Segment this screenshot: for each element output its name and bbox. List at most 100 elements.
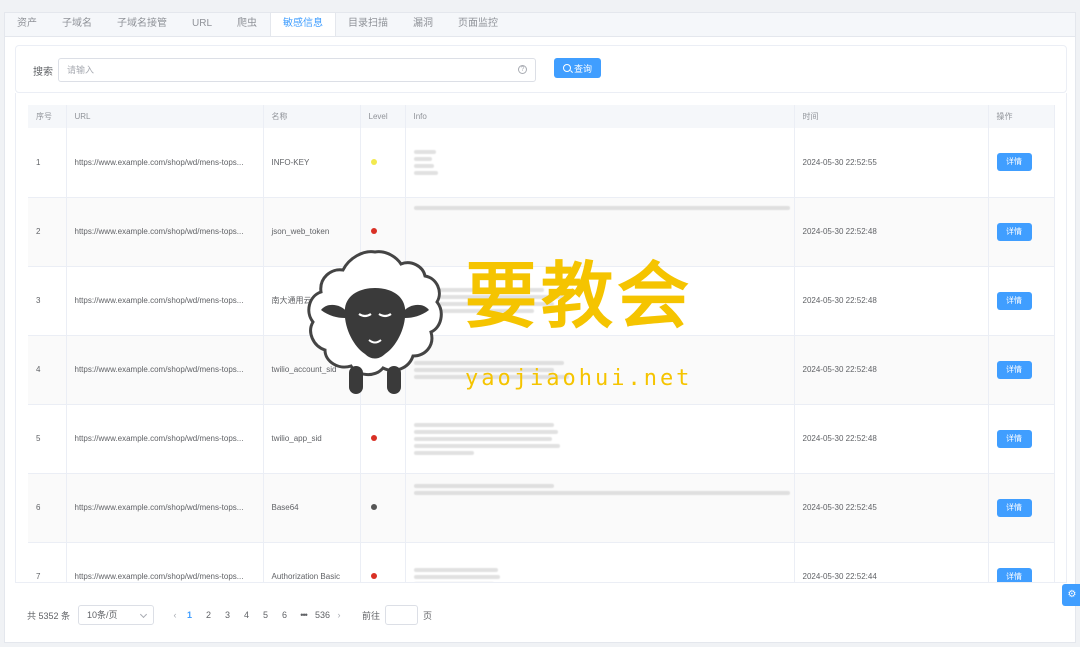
tab-subdomain-takeover[interactable]: 子域名接管	[105, 13, 180, 36]
cell-action: 详情	[988, 197, 1055, 267]
sensitive-info-table: 序号 URL 名称 Level Info 时间 操作 1 https://www…	[28, 105, 1055, 582]
level-dot	[370, 158, 377, 165]
search-input[interactable]: ?	[58, 58, 536, 82]
cell-url: https://www.example.com/shop/wd/mens-top…	[66, 473, 264, 543]
col-header-info: Info	[405, 105, 795, 128]
page-size-value: 10条/页	[87, 610, 118, 620]
info-redacted	[413, 422, 794, 455]
detail-button[interactable]: 详情	[996, 498, 1032, 517]
cell-url: https://www.example.com/shop/wd/mens-top…	[66, 197, 264, 267]
level-dot	[370, 435, 377, 441]
tab-assets[interactable]: 资产	[5, 13, 50, 36]
table-row: 6 https://www.example.com/shop/wd/mens-t…	[28, 473, 1055, 543]
query-button[interactable]: 查询	[554, 58, 601, 78]
search-icon	[562, 64, 571, 72]
cell-name: Base64	[263, 473, 361, 543]
pagination: 共 5352 条 10条/页 ‹ 1 2 3 4 5 6 ••• 536 › 前…	[15, 593, 1067, 637]
col-header-no: 序号	[28, 105, 67, 128]
page-number[interactable]: 4	[237, 610, 256, 620]
cell-name: twilio_app_sid	[263, 404, 361, 474]
cell-name: 南大通用云	[263, 266, 361, 336]
level-dot	[370, 573, 377, 579]
tab-sensitive-info[interactable]: 敏感信息	[270, 13, 337, 36]
cell-url: https://www.example.com/shop/wd/mens-top…	[66, 266, 264, 336]
table-header: 序号 URL 名称 Level Info 时间 操作	[28, 105, 1055, 128]
tab-vulnerabilities[interactable]: 漏洞	[401, 13, 446, 36]
tab-url[interactable]: URL	[180, 13, 225, 36]
cell-name: Authorization Basic	[263, 542, 361, 582]
search-field[interactable]	[67, 59, 507, 81]
goto-page-input[interactable]	[385, 605, 419, 625]
info-redacted	[413, 205, 794, 210]
info-redacted	[413, 288, 794, 313]
detail-button[interactable]: 详情	[996, 567, 1032, 582]
col-header-url: URL	[66, 105, 264, 128]
search-card: 搜索 ? 查询	[15, 45, 1067, 93]
goto-page-field[interactable]	[386, 606, 418, 624]
cell-time: 2024-05-30 22:52:48	[794, 335, 989, 405]
cell-action: 详情	[988, 542, 1055, 582]
cell-level	[360, 335, 406, 405]
chevron-down-icon	[139, 610, 148, 619]
level-dot	[370, 228, 377, 234]
cell-action: 详情	[988, 128, 1055, 198]
cell-action: 详情	[988, 266, 1055, 336]
cell-no: 5	[28, 404, 67, 474]
detail-button[interactable]: 详情	[996, 291, 1032, 310]
main-panel: 搜索 ? 查询 序号 URL 名称 Level	[4, 36, 1076, 643]
search-label: 搜索	[33, 67, 53, 78]
more-pages-icon[interactable]: •••	[294, 610, 313, 620]
help-icon[interactable]: ?	[518, 65, 527, 74]
page-size-select[interactable]: 10条/页	[78, 605, 155, 625]
prev-page-icon[interactable]: ‹	[170, 610, 180, 620]
cell-no: 2	[28, 197, 67, 267]
settings-gear-icon[interactable]: ⚙	[1062, 584, 1080, 606]
col-header-time: 时间	[794, 105, 989, 128]
cell-no: 6	[28, 473, 67, 543]
page-number[interactable]: 6	[275, 610, 294, 620]
cell-info	[405, 266, 795, 336]
cell-level	[360, 473, 406, 543]
app-frame: 资产 子域名 子域名接管 URL 爬虫 敏感信息 目录扫描 漏洞 页面监控 搜索…	[0, 0, 1080, 647]
cell-action: 详情	[988, 335, 1055, 405]
table-row: 4 https://www.example.com/shop/wd/mens-t…	[28, 335, 1055, 405]
cell-info	[405, 473, 795, 543]
level-dot	[370, 297, 377, 303]
col-header-action: 操作	[988, 105, 1055, 128]
table-row: 3 https://www.example.com/shop/wd/mens-t…	[28, 266, 1055, 336]
cell-info	[405, 197, 795, 267]
next-page-icon[interactable]: ›	[332, 610, 346, 620]
page-number[interactable]: 3	[218, 610, 237, 620]
cell-time: 2024-05-30 22:52:48	[794, 197, 989, 267]
goto-label: 前往	[362, 610, 381, 621]
detail-button[interactable]: 详情	[996, 360, 1032, 379]
cell-url: https://www.example.com/shop/wd/mens-top…	[66, 335, 264, 405]
info-redacted	[413, 567, 794, 582]
level-dot	[370, 366, 377, 372]
cell-url: https://www.example.com/shop/wd/mens-top…	[66, 404, 264, 474]
tab-crawler[interactable]: 爬虫	[225, 13, 270, 36]
cell-time: 2024-05-30 22:52:44	[794, 542, 989, 582]
cell-no: 1	[28, 128, 67, 198]
table-row: 7 https://www.example.com/shop/wd/mens-t…	[28, 542, 1055, 582]
detail-button[interactable]: 详情	[996, 153, 1032, 172]
cell-level	[360, 542, 406, 582]
page-number[interactable]: 5	[256, 610, 275, 620]
level-dot	[370, 504, 377, 510]
goto-suffix: 页	[423, 610, 433, 621]
page-number[interactable]: 1	[180, 610, 199, 620]
detail-button[interactable]: 详情	[996, 222, 1032, 241]
detail-button[interactable]: 详情	[996, 429, 1032, 448]
page-number-last[interactable]: 536	[313, 610, 332, 620]
cell-no: 4	[28, 335, 67, 405]
cell-name: twilio_account_sid	[263, 335, 361, 405]
cell-time: 2024-05-30 22:52:55	[794, 128, 989, 198]
page-number[interactable]: 2	[199, 610, 218, 620]
tab-dir-scan[interactable]: 目录扫描	[336, 13, 401, 36]
cell-no: 7	[28, 542, 67, 582]
col-header-name: 名称	[263, 105, 361, 128]
tab-subdomains[interactable]: 子域名	[50, 13, 105, 36]
cell-level	[360, 197, 406, 267]
tab-page-monitor[interactable]: 页面监控	[446, 13, 511, 36]
table-row: 1 https://www.example.com/shop/wd/mens-t…	[28, 128, 1055, 198]
